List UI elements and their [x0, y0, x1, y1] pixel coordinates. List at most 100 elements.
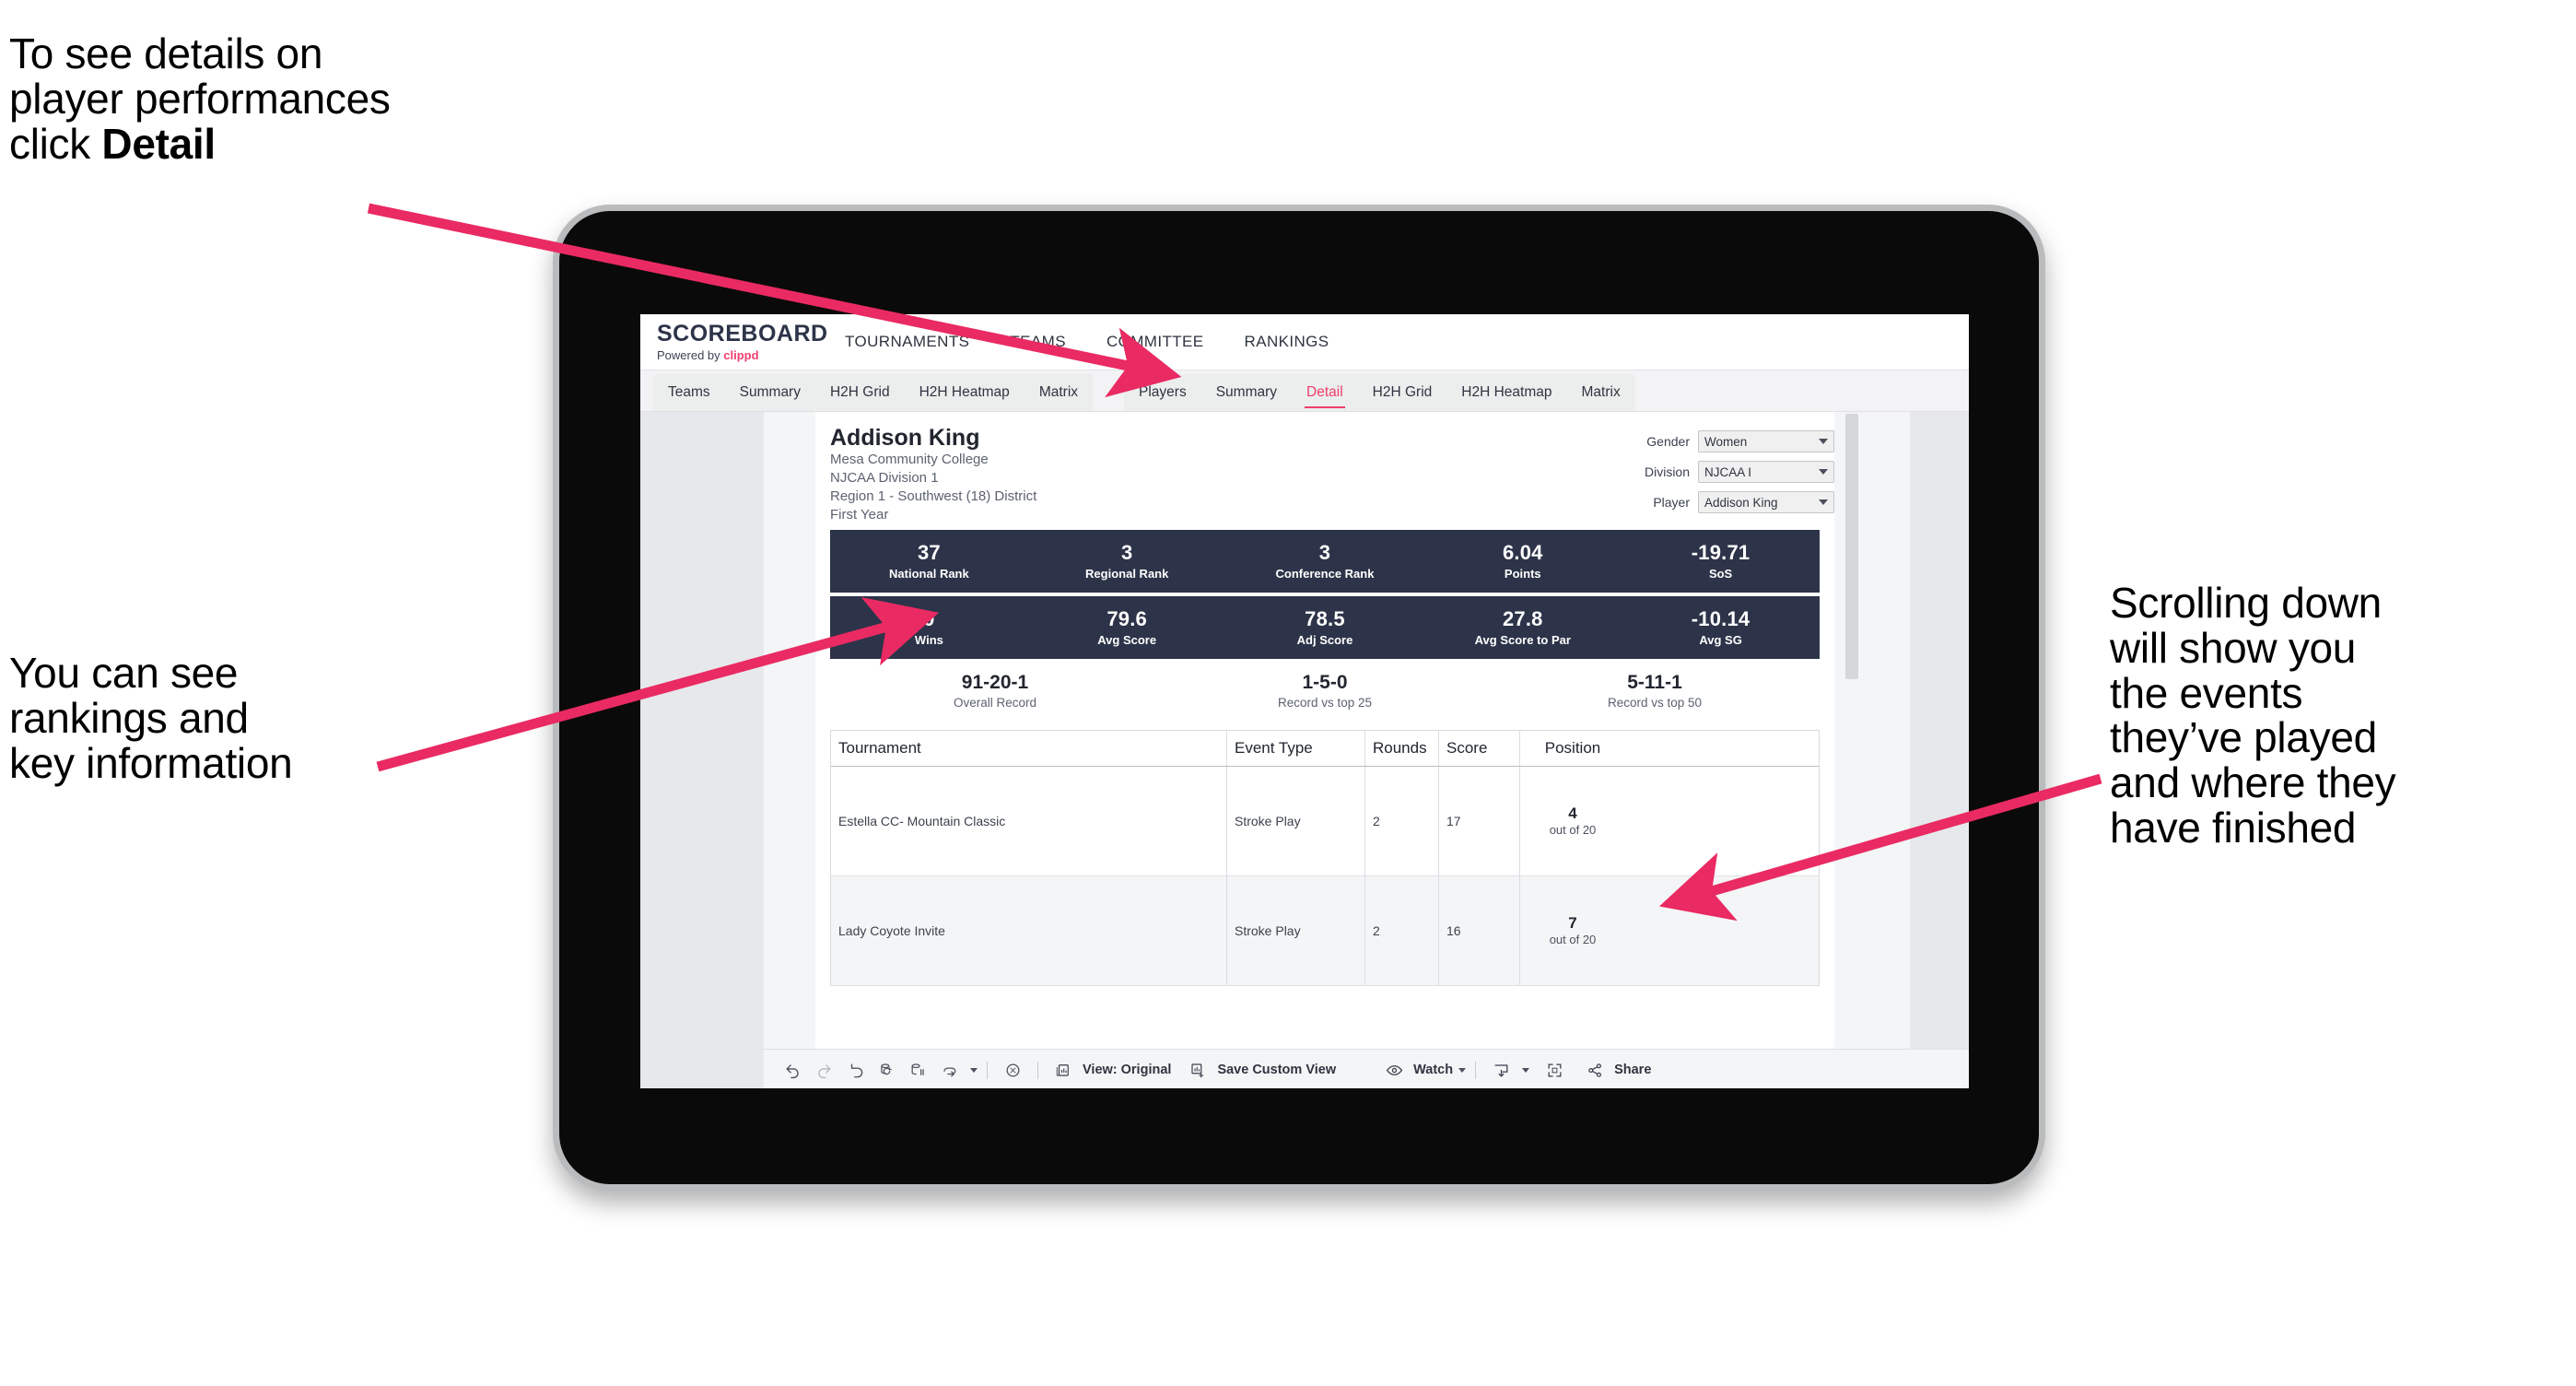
stat-label: Conference Rank [1275, 566, 1375, 581]
stat-value: 27.8 [1502, 606, 1543, 630]
redo-icon[interactable] [808, 1054, 839, 1086]
filter-select-player[interactable]: Addison King [1698, 491, 1834, 513]
callout-detail-line3-prefix: click [9, 119, 102, 168]
tab-players[interactable]: Players [1124, 374, 1201, 411]
callout-scrolling-line4: they’ve played [2110, 713, 2377, 762]
refresh-data-icon[interactable] [871, 1054, 902, 1086]
top-nav-item-committee[interactable]: COMMITTEE [1086, 314, 1224, 370]
app-tab-bar: Teams Summary H2H Grid H2H Heatmap Matri… [640, 370, 1969, 412]
highlight-icon[interactable] [997, 1054, 1028, 1086]
view-original-icon[interactable] [1048, 1054, 1079, 1086]
view-original-button[interactable]: View: Original [1083, 1063, 1171, 1077]
cell-rounds: 2 [1365, 766, 1439, 875]
watch-button[interactable]: Watch [1413, 1063, 1453, 1077]
player-division: NJCAA Division 1 [830, 469, 939, 486]
column-header-rounds[interactable]: Rounds [1365, 730, 1439, 766]
tab-players-h2h-heatmap[interactable]: H2H Heatmap [1446, 374, 1566, 411]
tab-teams-h2h-heatmap[interactable]: H2H Heatmap [905, 374, 1025, 411]
brand-powered-prefix: Powered by [657, 347, 724, 362]
stat-label: Avg Score [1097, 632, 1157, 647]
tab-players-matrix[interactable]: Matrix [1567, 374, 1635, 411]
position-value: 7 [1568, 913, 1577, 932]
fullscreen-icon[interactable] [1539, 1054, 1570, 1086]
stat-points: 6.04 Points [1423, 540, 1622, 581]
table-row[interactable]: Estella CC- Mountain Classic Stroke Play… [831, 766, 1819, 876]
tab-teams-h2h-grid[interactable]: H2H Grid [815, 374, 905, 411]
record-label: Record vs top 25 [1277, 695, 1373, 710]
filter-select-gender[interactable]: Women [1698, 430, 1834, 452]
toolbar-divider [987, 1061, 988, 1079]
callout-detail-line3-bold: Detail [101, 119, 216, 168]
position-out-of: out of 20 [1549, 823, 1597, 838]
filter-row-player: Player Addison King [1604, 491, 1834, 513]
share-icon[interactable] [1579, 1054, 1610, 1086]
undo-icon[interactable] [777, 1054, 808, 1086]
record-overall: 91-20-1 Overall Record [830, 672, 1160, 710]
toolbar-icon-group: View: Original Save Custom View Watch Sh… [764, 1054, 1651, 1086]
player-region: Region 1 - Southwest (18) District [830, 487, 1037, 504]
table-row[interactable]: Lady Coyote Invite Stroke Play 2 16 7 ou… [831, 875, 1819, 986]
callout-rankings-line2: rankings and [9, 693, 249, 742]
stat-label: National Rank [889, 566, 969, 581]
events-table: Tournament Event Type Rounds Score Posit… [830, 729, 1820, 986]
eye-icon[interactable] [1378, 1054, 1410, 1086]
stat-value: -19.71 [1691, 540, 1751, 564]
pause-data-icon[interactable] [902, 1054, 933, 1086]
cell-position: 7 out of 20 [1520, 876, 1625, 985]
stat-regional-rank: 3 Regional Rank [1028, 540, 1226, 581]
filter-label-player: Player [1653, 495, 1690, 510]
column-header-position[interactable]: Position [1520, 731, 1625, 766]
player-school: Mesa Community College [830, 452, 989, 467]
vertical-scrollbar-thumb[interactable] [1845, 414, 1858, 679]
stat-label: Points [1504, 566, 1541, 581]
column-header-event-type[interactable]: Event Type [1227, 730, 1365, 766]
chevron-down-icon[interactable] [1522, 1067, 1530, 1073]
stat-value: 3 [1120, 540, 1133, 564]
filter-row-gender: Gender Women [1604, 430, 1834, 452]
tab-players-summary[interactable]: Summary [1201, 374, 1292, 411]
chevron-down-icon[interactable] [1458, 1067, 1467, 1073]
tab-players-detail[interactable]: Detail [1292, 374, 1358, 411]
stat-label: Regional Rank [1085, 566, 1169, 581]
stat-value: 3 [1318, 540, 1331, 564]
save-custom-view-button[interactable]: Save Custom View [1217, 1063, 1336, 1077]
dashboard-sheet: Addison King Mesa Community College NJCA… [815, 412, 1834, 1050]
scoreboard-logo[interactable]: SCOREBOARD Powered by clippd [640, 322, 827, 362]
tab-teams[interactable]: Teams [653, 374, 725, 411]
cell-event-type: Stroke Play [1227, 875, 1365, 985]
records-row: 91-20-1 Overall Record 1-5-0 Record vs t… [830, 672, 1820, 710]
tab-group-players: Players Summary Detail H2H Grid H2H Heat… [1124, 374, 1635, 411]
tab-teams-summary[interactable]: Summary [725, 374, 815, 411]
stat-conference-rank: 3 Conference Rank [1226, 540, 1424, 581]
filter-row-division: Division NJCAA I [1604, 461, 1834, 483]
callout-detail-line1: To see details on [9, 29, 323, 77]
top-nav-item-teams[interactable]: TEAMS [989, 314, 1086, 370]
callout-rankings-line1: You can see [9, 649, 239, 697]
save-custom-view-icon[interactable] [1182, 1054, 1213, 1086]
callout-rankings-line3: key information [9, 738, 293, 787]
column-header-tournament[interactable]: Tournament [831, 730, 1227, 766]
cell-rounds: 2 [1365, 875, 1439, 985]
tab-players-h2h-grid[interactable]: H2H Grid [1358, 374, 1447, 411]
player-identity: Addison King Mesa Community College NJCA… [830, 425, 1604, 524]
top-nav-item-rankings[interactable]: RANKINGS [1224, 314, 1350, 370]
chevron-down-icon[interactable] [970, 1067, 978, 1073]
share-button[interactable]: Share [1614, 1063, 1651, 1077]
filter-select-division[interactable]: NJCAA I [1698, 461, 1834, 483]
callout-scrolling-line2: will show you [2110, 623, 2357, 672]
dashboard-toolbar: View: Original Save Custom View Watch Sh… [764, 1049, 1969, 1088]
stat-label: Avg SG [1699, 632, 1742, 647]
callout-detail-line3: click Detail [9, 119, 599, 168]
tab-teams-matrix[interactable]: Matrix [1025, 374, 1093, 411]
revert-icon[interactable] [839, 1054, 871, 1086]
top-nav-item-tournaments[interactable]: TOURNAMENTS [825, 314, 989, 370]
record-vs-top-50: 5-11-1 Record vs top 50 [1490, 672, 1820, 710]
stats-bar-rankings: 37 National Rank 3 Regional Rank 3 Confe… [830, 529, 1820, 593]
column-header-score[interactable]: Score [1439, 730, 1520, 766]
stat-value: 0 [923, 606, 935, 630]
download-icon[interactable] [1485, 1054, 1516, 1086]
cell-score: 16 [1439, 875, 1520, 985]
top-nav: TOURNAMENTS TEAMS COMMITTEE RANKINGS [825, 314, 1350, 370]
pause-auto-update-icon[interactable] [933, 1054, 965, 1086]
stat-value: 6.04 [1502, 540, 1543, 564]
